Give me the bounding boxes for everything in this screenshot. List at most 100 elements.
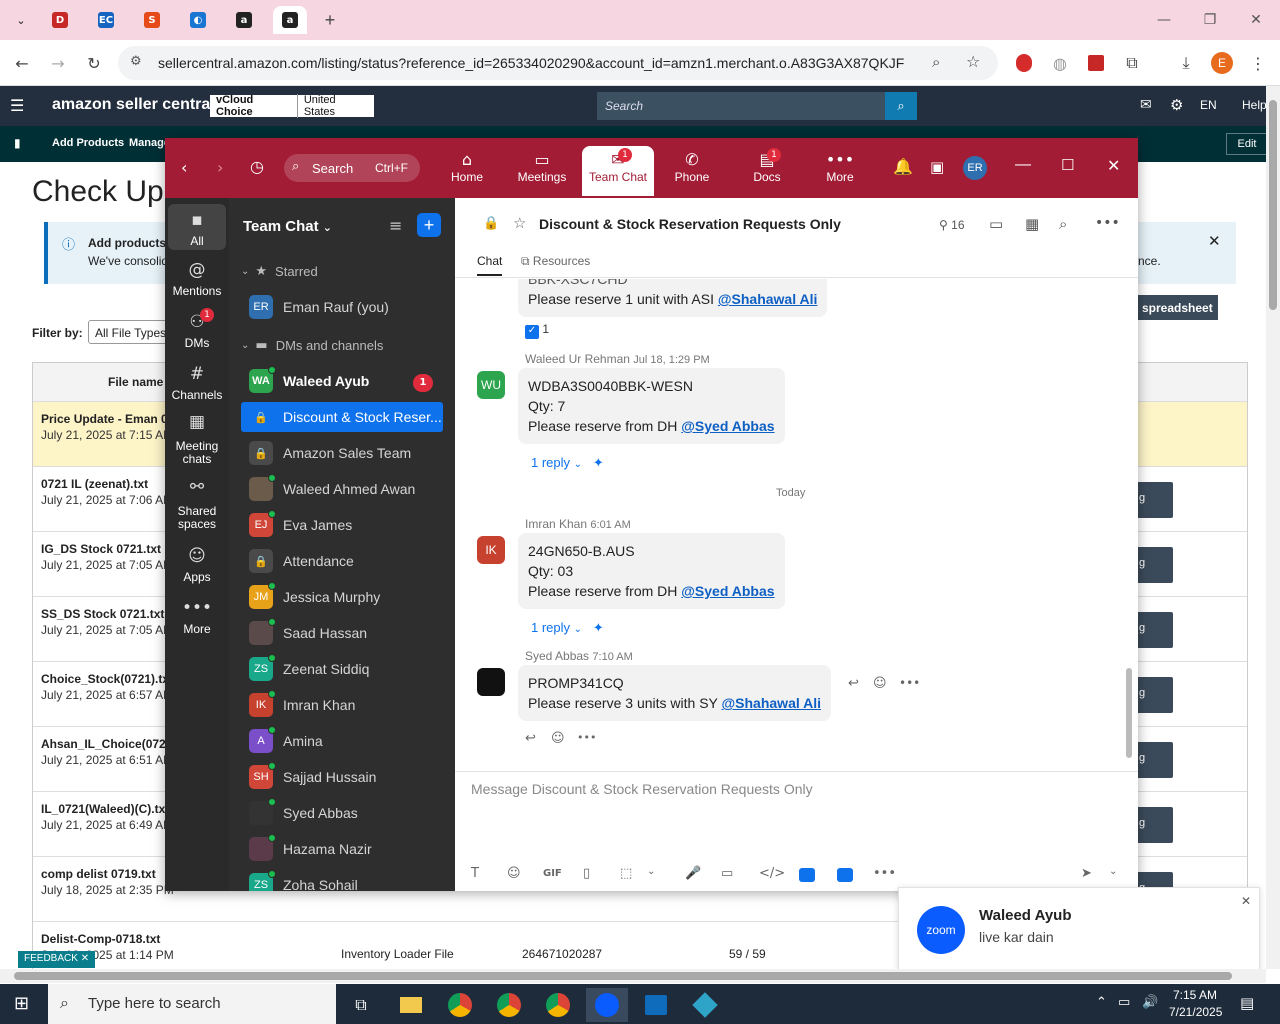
sidebar-item-eman-rauf[interactable]: ER Eman Rauf (you)	[241, 292, 443, 322]
new-tab-button[interactable]: +	[313, 6, 347, 34]
tab-chat[interactable]: Chat	[477, 254, 503, 276]
notification-center-icon[interactable]: ▤	[1240, 994, 1254, 1012]
edit-nav-button[interactable]: Edit	[1226, 133, 1268, 155]
calendar-grid-icon[interactable]: ▣	[930, 158, 944, 176]
extensions-puzzle-icon[interactable]: ⧉	[1120, 51, 1144, 75]
seller-central-logo[interactable]: amazon seller central	[52, 96, 215, 114]
rail-apps[interactable]: ☺ Apps	[168, 546, 226, 584]
new-chat-button[interactable]: +	[417, 213, 441, 237]
maximize-button[interactable]: ☐	[1061, 156, 1074, 174]
rail-dms[interactable]: ⚇ DMs 1	[168, 308, 226, 350]
profile-avatar[interactable]: E	[1210, 51, 1234, 75]
sidebar-item-amina[interactable]: A Amina	[241, 726, 443, 756]
browser-tab[interactable]: S	[135, 6, 169, 34]
vertical-scrollbar[interactable]	[1266, 86, 1280, 969]
app-zoom-icon[interactable]	[837, 868, 853, 882]
chrome-profile-icon[interactable]	[488, 988, 530, 1022]
message-author[interactable]: Waleed Ur Rehman Jul 18, 1:29 PM	[525, 352, 710, 366]
tab-team-chat[interactable]: ✉ Team Chat 1	[582, 146, 654, 196]
tab-phone[interactable]: ✆ Phone	[656, 146, 728, 196]
forward-icon[interactable]: →	[46, 51, 70, 75]
network-icon[interactable]: ▭	[1118, 995, 1130, 1010]
download-spreadsheet-button[interactable]: spreadsheet	[1138, 295, 1218, 320]
tab-search-button[interactable]: ⌄	[4, 6, 38, 34]
video-message-icon[interactable]: ▭	[721, 866, 733, 881]
code-snippet-icon[interactable]: </>	[759, 866, 785, 881]
site-info-icon[interactable]: ⚙	[130, 54, 142, 69]
sidebar-item-hazama-nazir[interactable]: Hazama Nazir	[241, 834, 443, 864]
chrome-profile-icon[interactable]	[537, 988, 579, 1022]
app-blue-icon[interactable]	[799, 868, 815, 882]
sidebar-item-eva-james[interactable]: EJ Eva James	[241, 510, 443, 540]
message-input[interactable]: Message Discount & Stock Reservation Req…	[471, 781, 813, 797]
user-avatar[interactable]: ER	[963, 156, 987, 180]
text-format-icon[interactable]: T	[471, 866, 479, 881]
feedback-button[interactable]: FEEDBACK ✕	[18, 951, 96, 968]
sidebar-item-zoha-sohail[interactable]: ZS Zoha Sohail	[241, 870, 443, 891]
screenshot-icon[interactable]: ⬚	[620, 866, 632, 881]
zoom-search-input[interactable]: ⌕ Search Ctrl+F	[284, 154, 420, 182]
close-alert-icon[interactable]: ✕	[1208, 232, 1221, 250]
download-icon[interactable]: ⤓	[1174, 51, 1198, 75]
browser-tab[interactable]: ◐	[181, 6, 215, 34]
sidebar-item-sajjad-hussain[interactable]: SH Sajjad Hussain	[241, 762, 443, 792]
file-name[interactable]: Price Update - Eman 07	[41, 412, 174, 426]
horizontal-scrollbar[interactable]	[0, 969, 1266, 983]
file-name[interactable]: 0721 IL (zeenat).txt	[41, 477, 148, 491]
message-author[interactable]: Imran Khan 6:01 AM	[525, 517, 631, 531]
reply-thread-link[interactable]: 1 reply ⌄ ✦	[531, 455, 604, 471]
browser-tab-active[interactable]: a	[273, 6, 307, 34]
rail-meeting-chats[interactable]: ▦ Meeting chats	[168, 414, 226, 466]
chevron-up-icon[interactable]: ⌃	[1096, 995, 1107, 1010]
minimize-button[interactable]: —	[1144, 8, 1184, 32]
back-arrow-icon[interactable]: ‹	[181, 158, 187, 177]
forward-arrow-icon[interactable]: ›	[217, 158, 223, 177]
message-bubble[interactable]: PROMP341CQ Please reserve 3 units with S…	[518, 665, 832, 721]
rail-more[interactable]: ••• More	[168, 598, 226, 636]
history-icon[interactable]: ◷	[250, 157, 264, 176]
bookmark-star-icon[interactable]: ☆	[966, 52, 980, 71]
sidebar-item-imran-khan[interactable]: IK Imran Khan	[241, 690, 443, 720]
sidebar-item-waleed-ahmed-awan[interactable]: Waleed Ahmed Awan	[241, 474, 443, 504]
tab-home[interactable]: ⌂ Home	[431, 146, 503, 196]
tab-docs[interactable]: ▤ Docs 1	[731, 146, 803, 196]
search-icon[interactable]: ⌕	[1059, 215, 1067, 233]
mention-link[interactable]: @Syed Abbas	[681, 418, 774, 434]
team-chat-dropdown[interactable]: Team Chat ⌄	[243, 218, 332, 235]
restore-button[interactable]: ❐	[1190, 8, 1230, 32]
gif-icon[interactable]: GIF	[543, 868, 562, 879]
emoji-reaction-icon[interactable]: ☺	[551, 731, 565, 746]
sidebar-item-amazon-sales-team[interactable]: 🔒 Amazon Sales Team	[241, 438, 443, 468]
file-explorer-icon[interactable]	[390, 988, 432, 1022]
extension-pdf-icon[interactable]	[1084, 51, 1108, 75]
zoom-taskbar-icon[interactable]	[586, 988, 628, 1022]
sidebar-item-waleed-ayub[interactable]: WA Waleed Ayub 1	[241, 366, 443, 396]
extension-red-icon[interactable]	[1012, 51, 1036, 75]
amazon-search-button[interactable]: ⌕	[885, 92, 917, 120]
scroll-thumb[interactable]	[1126, 668, 1132, 758]
browser-tab[interactable]: EC	[89, 6, 123, 34]
scroll-thumb[interactable]	[1269, 100, 1277, 310]
windows-start-icon[interactable]: ⊞	[14, 993, 29, 1014]
app-diamond-icon[interactable]	[684, 988, 726, 1022]
more-dots-icon[interactable]: •••	[1095, 215, 1120, 231]
address-bar[interactable]: ⚙ sellercentral.amazon.com/listing/statu…	[118, 46, 998, 80]
minimize-button[interactable]: —	[1015, 156, 1031, 174]
sidebar-item-syed-abbas[interactable]: Syed Abbas	[241, 798, 443, 828]
mail-icon[interactable]: ✉	[1140, 97, 1152, 113]
video-call-icon[interactable]: ▭	[989, 215, 1003, 233]
microphone-icon[interactable]: 🎤	[685, 866, 701, 881]
taskbar-search-input[interactable]: ⌕ Type here to search	[48, 984, 336, 1024]
browser-tab[interactable]: a	[227, 6, 261, 34]
rail-shared-spaces[interactable]: ⚯ Shared spaces	[168, 479, 226, 531]
column-file-name[interactable]: File name /	[108, 375, 170, 389]
task-view-icon[interactable]: ⧉	[340, 988, 382, 1022]
sidebar-item-discount-channel[interactable]: 🔒 Discount & Stock Reser...	[241, 402, 443, 432]
rail-mentions[interactable]: @ Mentions	[168, 260, 226, 298]
sidebar-item-attendance[interactable]: 🔒 Attendance	[241, 546, 443, 576]
file-name[interactable]: Choice_Stock(0721).txt	[41, 672, 173, 686]
chevron-down-icon[interactable]: ⌄	[647, 866, 655, 877]
avatar[interactable]	[477, 668, 505, 696]
section-starred[interactable]: ⌄ ★ Starred	[241, 256, 443, 286]
sidebar-item-saad-hassan[interactable]: Saad Hassan	[241, 618, 443, 648]
